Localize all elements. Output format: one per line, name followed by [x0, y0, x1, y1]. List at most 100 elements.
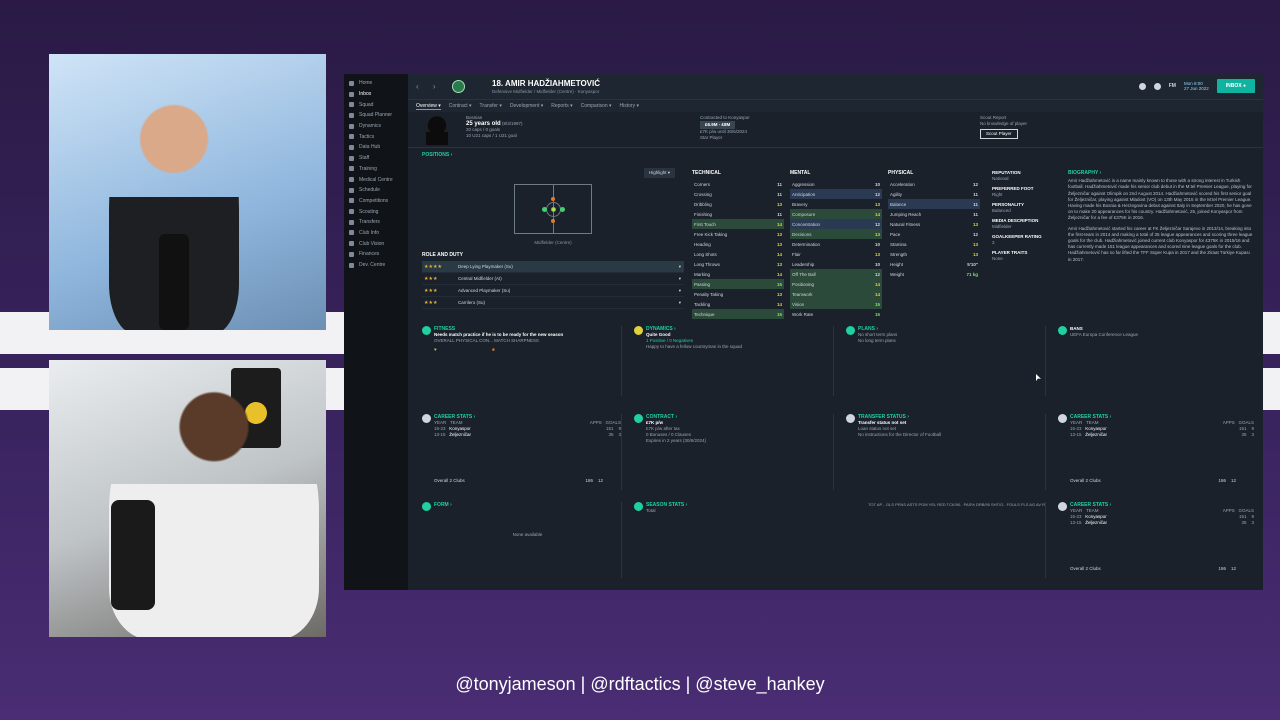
position-dot-dmc[interactable]: [551, 197, 555, 201]
attribute-row[interactable]: Heading 13: [692, 239, 784, 249]
attribute-row[interactable]: Concentration 12: [790, 219, 882, 229]
chevron-down-icon[interactable]: ▾: [679, 288, 684, 294]
social-handles: @tonyjameson | @rdftactics | @steve_hank…: [455, 674, 825, 694]
attribute-row[interactable]: Penalty Taking 13: [692, 289, 784, 299]
tab[interactable]: Overview ▾: [416, 103, 441, 110]
position-dot-amc[interactable]: [560, 207, 565, 212]
attribute-value: 12: [874, 221, 880, 227]
attribute-row[interactable]: Long Shots 14: [692, 249, 784, 259]
sidebar-item[interactable]: Finances: [344, 249, 408, 260]
sidebar-item[interactable]: Inbox: [344, 89, 408, 100]
sidebar-item[interactable]: Tactics: [344, 131, 408, 142]
plans-panel: PLANS › No short term plans No long term…: [846, 326, 1046, 396]
table-row[interactable]: 13-15 Željezničar 35 3: [1070, 432, 1254, 438]
sidebar-item[interactable]: Club Vision: [344, 238, 408, 249]
attribute-row[interactable]: Stamina 13: [888, 239, 980, 249]
tab[interactable]: Reports ▾: [551, 103, 572, 109]
sidebar-item[interactable]: Transfers: [344, 217, 408, 228]
attribute-row[interactable]: Technique 15: [692, 309, 784, 319]
attribute-row[interactable]: Corners 11: [692, 179, 784, 189]
attribute-row[interactable]: Acceleration 12: [888, 179, 980, 189]
attribute-row[interactable]: Work Rate 15: [790, 309, 882, 319]
inbox-button[interactable]: INBOX ●: [1216, 79, 1255, 93]
biography-title[interactable]: BIOGRAPHY ›: [1068, 170, 1254, 176]
attribute-row[interactable]: Bravery 13: [790, 199, 882, 209]
sidebar-item[interactable]: Scouting: [344, 206, 408, 217]
attribute-row[interactable]: Tackling 14: [692, 299, 784, 309]
attribute-name: Teamwork: [792, 291, 813, 297]
sidebar-item[interactable]: Data Hub: [344, 142, 408, 153]
sidebar-item[interactable]: Home: [344, 78, 408, 89]
attribute-row[interactable]: Off The Ball 12: [790, 269, 882, 279]
attribute-row[interactable]: Finishing 11: [692, 209, 784, 219]
highlight-dropdown[interactable]: Highlight ▾: [644, 168, 676, 178]
sidebar-item[interactable]: Staff: [344, 153, 408, 164]
attribute-row[interactable]: Decisions 13: [790, 229, 882, 239]
attribute-row[interactable]: Vision 15: [790, 299, 882, 309]
tab[interactable]: Development ▾: [510, 103, 543, 109]
position-dot-amc2[interactable]: [551, 219, 555, 223]
role-item[interactable]: ★★★ Advanced Playmaker (Su) ▾: [422, 285, 684, 297]
attribute-row[interactable]: Balance 11: [888, 199, 980, 209]
attribute-row[interactable]: Aggression 10: [790, 179, 882, 189]
attribute-row[interactable]: Composure 14: [790, 209, 882, 219]
notification-icon[interactable]: [1138, 82, 1146, 90]
sidebar-item[interactable]: Medical Centre: [344, 174, 408, 185]
sidebar-item[interactable]: Club Info: [344, 228, 408, 239]
attribute-row[interactable]: First Touch 14: [692, 219, 784, 229]
attribute-row[interactable]: Passing 15: [692, 279, 784, 289]
sidebar-item[interactable]: Dev. Centre: [344, 260, 408, 271]
u21-caps: 10 U21 caps / 1 U21 goal: [466, 133, 517, 138]
tab[interactable]: Contract ▾: [449, 103, 472, 109]
attribute-row[interactable]: Jumping Reach 11: [888, 209, 980, 219]
attribute-row[interactable]: Leadership 10: [790, 259, 882, 269]
attribute-row[interactable]: Dribbling 13: [692, 199, 784, 209]
attribute-row[interactable]: Determination 10: [790, 239, 882, 249]
date-value: 27 Jun 2022: [1183, 86, 1209, 91]
attribute-row[interactable]: Pace 12: [888, 229, 980, 239]
sidebar-item[interactable]: Squad: [344, 99, 408, 110]
chevron-down-icon[interactable]: ▾: [679, 264, 684, 270]
attribute-row[interactable]: Flair 13: [790, 249, 882, 259]
dynamics-icon: [634, 326, 643, 335]
attribute-row[interactable]: Positioning 14: [790, 279, 882, 289]
bans-panel: BANS UEFA Europa Conference League: [1058, 326, 1254, 396]
chevron-down-icon[interactable]: ▾: [679, 276, 684, 282]
value-chip[interactable]: £6.9M - £8M: [700, 121, 736, 129]
tab[interactable]: Transfer ▾: [480, 103, 502, 109]
attribute-row[interactable]: Height 5'10": [888, 259, 980, 269]
nav-arrows[interactable]: ‹ ›: [416, 82, 442, 91]
attribute-row[interactable]: Marking 14: [692, 269, 784, 279]
sidebar-item[interactable]: Competitions: [344, 196, 408, 207]
help-icon[interactable]: [1153, 82, 1161, 90]
attribute-row[interactable]: Strength 13: [888, 249, 980, 259]
attribute-row[interactable]: Crossing 11: [692, 189, 784, 199]
attribute-row[interactable]: Natural Fitness 13: [888, 219, 980, 229]
attribute-name: Aggression: [792, 181, 815, 187]
attribute-row[interactable]: Agility 11: [888, 189, 980, 199]
sidebar-item[interactable]: Training: [344, 164, 408, 175]
chevron-down-icon[interactable]: ▾: [679, 300, 684, 306]
role-item[interactable]: ★★★ Central Midfielder (At) ▾: [422, 273, 684, 285]
role-item[interactable]: ★★★★ Deep Lying Playmaker (Su) ▾: [422, 261, 684, 273]
scout-player-button[interactable]: Scout Player: [980, 129, 1018, 139]
game-date[interactable]: Mon 8:00 27 Jun 2022: [1184, 81, 1209, 91]
tab[interactable]: Comparison ▾: [581, 103, 612, 109]
attribute-row[interactable]: Long Throws 13: [692, 259, 784, 269]
sidebar-item[interactable]: Dynamics: [344, 121, 408, 132]
tab[interactable]: History ▾: [620, 103, 639, 109]
table-row[interactable]: 13-15 Željezničar 35 3: [1070, 520, 1254, 526]
attribute-row[interactable]: Free Kick Taking 13: [692, 229, 784, 239]
attribute-row[interactable]: Teamwork 14: [790, 289, 882, 299]
sidebar-item[interactable]: Schedule: [344, 185, 408, 196]
fm-logo[interactable]: FM: [1169, 83, 1176, 89]
position-dot-mc[interactable]: [551, 207, 556, 212]
position-dot-dm[interactable]: [542, 207, 547, 212]
attribute-row[interactable]: Anticipation 12: [790, 189, 882, 199]
attribute-row[interactable]: Weight 71 kg: [888, 269, 980, 279]
table-row[interactable]: 13-15 Željezničar 35 3: [434, 432, 621, 438]
sidebar-item[interactable]: Squad Planner: [344, 110, 408, 121]
role-item[interactable]: ★★★ Carrilero (Su) ▾: [422, 297, 684, 309]
positions-title[interactable]: POSITIONS ›: [422, 152, 684, 158]
form-title[interactable]: FORM ›: [434, 502, 621, 508]
